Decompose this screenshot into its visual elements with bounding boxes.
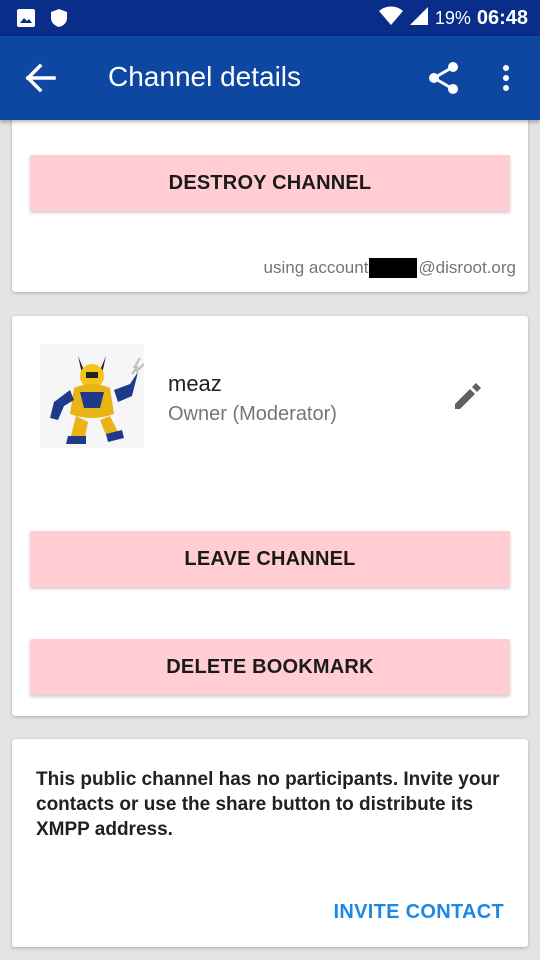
redacted-username [369, 258, 418, 278]
edit-pencil-icon[interactable] [452, 382, 482, 412]
account-suffix: @disroot.org [418, 258, 516, 277]
status-bar: 19% 06:48 [0, 0, 540, 36]
leave-channel-button[interactable]: LEAVE CHANNEL [30, 531, 510, 587]
app-bar: Channel details [0, 36, 540, 120]
page-title: Channel details [108, 61, 302, 92]
signal-icon [409, 6, 429, 31]
account-prefix: using account [263, 258, 369, 277]
membership-card: meaz Owner (Moderator) LEAVE CHANNEL DEL… [12, 316, 528, 716]
account-info: using account @disroot.org [264, 258, 516, 278]
avatar[interactable] [40, 344, 145, 448]
delete-bookmark-button[interactable]: DELETE BOOKMARK [30, 639, 510, 695]
participants-card: This public channel has no participants.… [12, 739, 528, 947]
share-icon[interactable] [426, 60, 462, 96]
member-nick: meaz [168, 371, 222, 396]
back-arrow-icon[interactable] [24, 62, 60, 94]
invite-contact-button[interactable]: INVITE CONTACT [334, 901, 505, 924]
destroy-channel-button[interactable]: DESTROY CHANNEL [30, 155, 510, 211]
member-role: Owner (Moderator) [168, 403, 337, 425]
battery-level: 19% [434, 8, 471, 28]
image-icon [16, 8, 36, 33]
more-vert-icon[interactable] [494, 60, 518, 96]
no-participants-message: This public channel has no participants.… [36, 769, 500, 840]
clock: 06:48 [476, 7, 528, 29]
shield-icon [50, 8, 68, 33]
owner-actions-card: DESTROY CHANNEL using account @disroot.o… [12, 100, 528, 292]
wifi-icon [378, 6, 403, 31]
